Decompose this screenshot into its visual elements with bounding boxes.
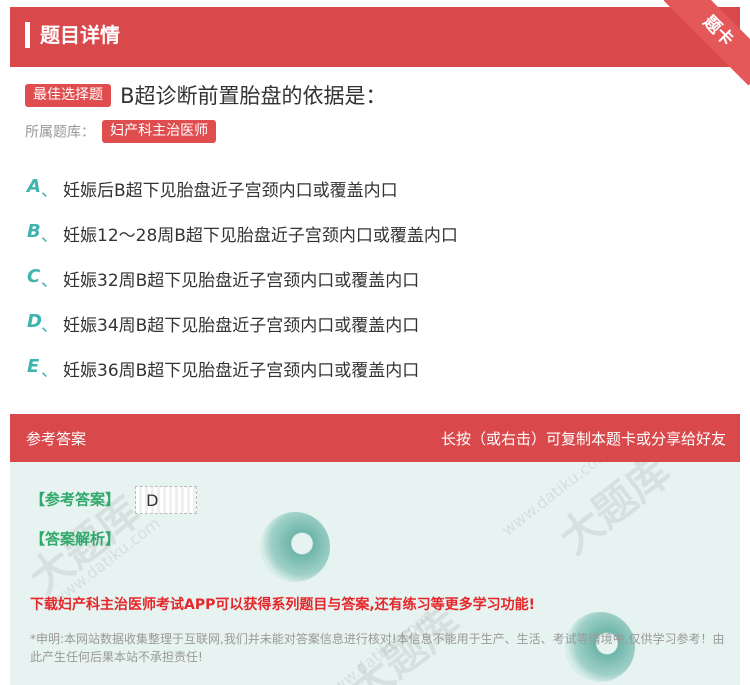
answer-section-title: 参考答案: [26, 430, 87, 448]
answer-section-bar: 参考答案 长按（或右击）可复制本题卡或分享给好友: [10, 414, 740, 462]
answer-panel: 大题库 大题库 大题库 www.datiku.com www.datiku.co…: [10, 462, 740, 685]
option-letter: E: [27, 356, 40, 377]
watermark-logo-icon: [260, 512, 330, 582]
answer-value: D: [135, 486, 198, 514]
library-tag[interactable]: 妇产科主治医师: [102, 120, 217, 143]
answer-row: 【参考答案】 D: [30, 486, 198, 514]
option-letter: D: [27, 311, 42, 332]
option-d[interactable]: D 、 妊娠34周B超下见胎盘近子宫颈内口或覆盖内口: [25, 307, 725, 352]
app-download-link[interactable]: 下载妇产科主治医师考试APP可以获得系列题目与答案,还有练习等更多学习功能!: [30, 594, 535, 614]
analysis-row: 【答案解析】: [30, 528, 120, 549]
option-text: 妊娠32周B超下见胎盘近子宫颈内口或覆盖内口: [63, 271, 420, 291]
option-separator: 、: [41, 361, 58, 381]
answer-label: 【参考答案】: [30, 490, 121, 509]
disclaimer-text: *申明:本网站数据收集整理于互联网,我们并未能对答案信息进行核对!本信息不能用于…: [30, 632, 725, 664]
option-list: A 、 妊娠后B超下见胎盘近子宫颈内口或覆盖内口 B 、 妊娠12～28周B超下…: [25, 172, 725, 397]
analysis-label: 【答案解析】: [30, 530, 121, 548]
share-hint[interactable]: 长按（或右击）可复制本题卡或分享给好友: [441, 428, 726, 449]
option-letter: A: [27, 176, 41, 197]
option-c[interactable]: C 、 妊娠32周B超下见胎盘近子宫颈内口或覆盖内口: [25, 262, 725, 307]
option-letter: B: [27, 221, 41, 242]
corner-label: 题卡: [664, 0, 750, 86]
option-separator: 、: [41, 316, 58, 336]
option-letter: C: [27, 266, 41, 287]
option-text: 妊娠后B超下见胎盘近子宫颈内口或覆盖内口: [63, 181, 398, 201]
page-header: 题目详情: [10, 7, 740, 67]
header-accent-bar: [25, 22, 30, 48]
option-a[interactable]: A 、 妊娠后B超下见胎盘近子宫颈内口或覆盖内口: [25, 172, 725, 217]
question-header: 最佳选择题 B超诊断前置胎盘的依据是：: [25, 80, 725, 110]
question-library: 所属题库： 妇产科主治医师: [25, 120, 217, 144]
library-label: 所属题库：: [25, 124, 95, 141]
option-b[interactable]: B 、 妊娠12～28周B超下见胎盘近子宫颈内口或覆盖内口: [25, 217, 725, 262]
option-text: 妊娠36周B超下见胎盘近子宫颈内口或覆盖内口: [63, 361, 420, 381]
option-text: 妊娠34周B超下见胎盘近子宫颈内口或覆盖内口: [63, 316, 420, 336]
option-separator: 、: [41, 271, 58, 291]
option-text: 妊娠12～28周B超下见胎盘近子宫颈内口或覆盖内口: [63, 226, 458, 246]
option-e[interactable]: E 、 妊娠36周B超下见胎盘近子宫颈内口或覆盖内口: [25, 352, 725, 397]
page-title: 题目详情: [40, 23, 120, 47]
option-separator: 、: [41, 181, 58, 201]
option-separator: 、: [41, 226, 58, 246]
question-type-tag: 最佳选择题: [25, 83, 111, 107]
question-text: B超诊断前置胎盘的依据是：: [120, 84, 387, 108]
card-corner-ribbon: 题卡: [664, 0, 750, 86]
